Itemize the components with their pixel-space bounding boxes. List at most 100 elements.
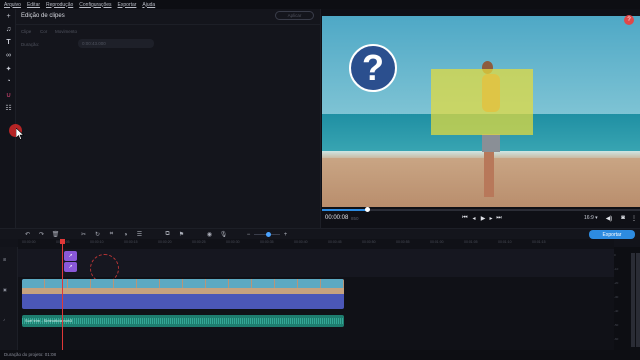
person-shorts <box>482 134 500 152</box>
rotate-icon[interactable]: ↻ <box>94 231 101 238</box>
progress-fill <box>322 209 367 211</box>
cut-icon[interactable]: ✂ <box>80 231 87 238</box>
playhead-handle[interactable] <box>60 239 65 244</box>
meter-label: -40 <box>614 309 619 313</box>
video-clip[interactable] <box>22 279 344 309</box>
ruler-tick: 00:01:00 <box>430 240 444 244</box>
progress-knob[interactable] <box>365 207 370 212</box>
meter-bar-right <box>636 253 640 347</box>
skip-forward-icon[interactable]: ⏭ <box>495 214 503 222</box>
ruler-tick: 00:00:15 <box>124 240 138 244</box>
status-bar: Duração do projeto: 01:08 <box>0 350 640 360</box>
marker-icon[interactable]: ◉ <box>206 231 213 238</box>
microphone-icon[interactable]: 🎙 <box>220 231 228 238</box>
ruler-tick: 00:00:20 <box>158 240 172 244</box>
more-tools-icon[interactable]: ☷ <box>4 103 13 112</box>
ruler-tick: 00:00:55 <box>396 240 410 244</box>
meter-label: -50 <box>614 323 619 327</box>
audio-clip-label: Surf trim - Sintnoticia noh3 <box>25 318 73 323</box>
magic-wand-icon[interactable]: ✦ <box>4 64 13 73</box>
clip-thumbnails <box>22 279 344 294</box>
ruler-tick: 00:01:05 <box>464 240 478 244</box>
volume-icon[interactable]: ◀) <box>605 214 613 222</box>
properties-icon[interactable]: ☰ <box>136 231 143 238</box>
menu-ajuda[interactable]: Ajuda <box>142 2 155 8</box>
ruler-tick: 00:00:25 <box>192 240 206 244</box>
crop-icon[interactable]: ⌗ <box>108 231 115 238</box>
delete-icon[interactable]: 🗑 <box>52 231 60 238</box>
zoom-knob[interactable] <box>266 232 271 237</box>
more-options-icon[interactable]: ⋮ <box>630 214 638 222</box>
menu-editar[interactable]: Editar <box>27 2 40 8</box>
ruler-tick: 00:00:45 <box>328 240 342 244</box>
panel-title: Edição de clipes <box>21 13 65 19</box>
menu-reproducao[interactable]: Reprodução <box>46 2 73 8</box>
audio-level-meter: 0 -10 -20 -30 -40 -50 -60 <box>614 247 640 350</box>
timeline-ruler[interactable]: 00:00:0000:00:0500:00:1000:00:1500:00:20… <box>18 239 614 247</box>
panel-divider <box>16 24 320 25</box>
tab-color[interactable]: Cor <box>40 29 47 34</box>
ruler-tick: 00:00:30 <box>226 240 240 244</box>
clip-edit-panel: Edição de clipes Aplicar Clipe Cor Movim… <box>16 9 320 228</box>
video-track-icon[interactable]: ▣ <box>3 287 7 292</box>
tab-clip[interactable]: Clipe <box>21 29 31 34</box>
flag-icon[interactable]: ⚑ <box>178 231 185 238</box>
plus-icon[interactable]: + <box>4 12 13 21</box>
overlay-track-icon[interactable]: ⊞ <box>3 257 6 262</box>
effect-clip-bottom[interactable]: ↗ <box>64 262 77 272</box>
menu-arquivo[interactable]: Arquivo <box>4 2 21 8</box>
preview-player: ? ? 00:00:08 850 ⏮ ◂ ▶ ▸ ⏭ 16:9 ▾ ◀) ◙ ⋮ <box>320 9 640 228</box>
color-icon[interactable]: ◑ <box>122 231 129 238</box>
snapshot-icon[interactable]: ◙ <box>619 214 627 222</box>
meter-label: -10 <box>614 267 619 271</box>
frame-forward-icon[interactable]: ▸ <box>487 214 495 222</box>
apply-button[interactable]: Aplicar <box>275 11 314 20</box>
magnet-icon[interactable]: ∪ <box>4 90 13 99</box>
audio-clip[interactable]: Surf trim - Sintnoticia noh3 <box>22 315 344 327</box>
aspect-ratio-select[interactable]: 16:9 ▾ <box>584 215 598 221</box>
question-mark-sticker[interactable]: ? <box>349 44 397 92</box>
text-icon[interactable]: T <box>4 38 13 47</box>
zoom-in-icon[interactable]: + <box>282 231 289 238</box>
transition-icon[interactable]: ∞ <box>4 51 13 60</box>
zoom-out-icon[interactable]: − <box>245 231 252 238</box>
menu-configuracoes[interactable]: Configurações <box>79 2 111 8</box>
overlay-icon[interactable]: ⧉ <box>164 231 171 238</box>
tab-motion[interactable]: Movimento <box>55 29 77 34</box>
play-icon[interactable]: ▶ <box>479 214 487 222</box>
frame-back-icon[interactable]: ◂ <box>470 214 478 222</box>
meter-label: -60 <box>614 337 619 341</box>
ruler-tick: 00:01:15 <box>532 240 546 244</box>
playhead[interactable] <box>62 239 63 350</box>
mouse-cursor-icon <box>16 128 24 140</box>
meter-label: 0 <box>614 253 616 257</box>
audio-track-icon[interactable]: ♪ <box>3 317 5 322</box>
project-duration: Duração do projeto: 01:08 <box>4 352 57 357</box>
track-headers: ⊞ ▣ ♪ <box>0 247 18 350</box>
ruler-tick: 00:00:10 <box>90 240 104 244</box>
export-button[interactable]: Exportar <box>589 230 635 239</box>
menu-bar: Arquivo Editar Reprodução Configurações … <box>0 0 640 9</box>
ruler-tick: 00:00:50 <box>362 240 376 244</box>
duration-field[interactable]: 0:00:43.000 <box>78 39 154 48</box>
ruler-tick: 00:01:10 <box>498 240 512 244</box>
help-badge-icon[interactable]: ? <box>624 15 634 25</box>
music-note-icon[interactable]: ♫ <box>4 25 13 34</box>
filter-icon[interactable]: ◔ <box>4 77 13 86</box>
highlight-overlay[interactable] <box>431 69 533 135</box>
left-toolbar: + ♫ T ∞ ✦ ◔ ∪ ☷ <box>0 9 16 228</box>
ruler-tick: 00:00:35 <box>260 240 274 244</box>
video-sand <box>322 158 640 207</box>
skip-back-icon[interactable]: ⏮ <box>461 214 469 222</box>
meter-label: -30 <box>614 295 619 299</box>
redo-icon[interactable]: ↷ <box>38 231 45 238</box>
ruler-tick: 00:00:00 <box>22 240 36 244</box>
effect-clip-top[interactable]: ↗ <box>64 251 77 261</box>
ruler-tick: 00:00:40 <box>294 240 308 244</box>
meter-bar-left <box>631 253 635 347</box>
video-preview[interactable]: ? <box>322 16 640 207</box>
menu-exportar[interactable]: Exportar <box>118 2 137 8</box>
person-legs <box>484 152 494 197</box>
duration-label: Duração: <box>21 42 40 47</box>
undo-icon[interactable]: ↶ <box>24 231 31 238</box>
